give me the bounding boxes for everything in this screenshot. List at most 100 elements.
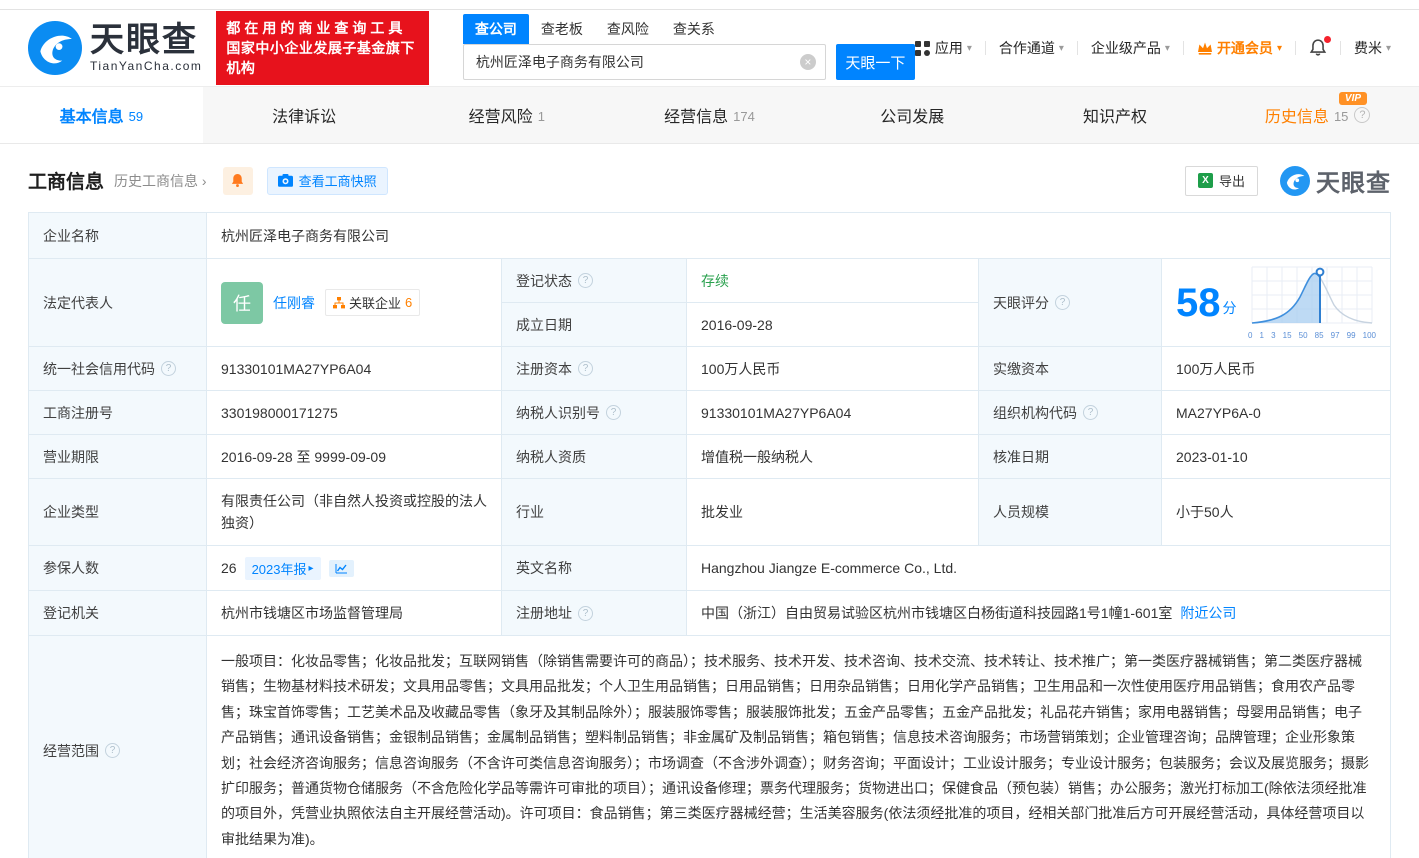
history-link-label: 历史工商信息 bbox=[114, 172, 199, 189]
notification-dot bbox=[1323, 36, 1331, 43]
help-icon[interactable]: ? bbox=[1055, 295, 1070, 310]
tab-count: 15 bbox=[1333, 108, 1349, 124]
legal-rep-link[interactable]: 任刚睿 bbox=[273, 293, 315, 313]
status-date-stack: 登记状态 ? 存续 成立日期 2016-09-28 bbox=[502, 259, 979, 346]
establish-date-label: 成立日期 bbox=[502, 303, 687, 346]
table-row: 营业期限 2016-09-28 至 9999-09-09 纳税人资质 增值税一般… bbox=[29, 435, 1390, 479]
reg-address-value: 中国（浙江）自由贸易试验区杭州市钱塘区白杨街道科技园路1号1幢1-601室 bbox=[701, 605, 1173, 621]
score-distribution-chart: 0 1 3 15 50 85 97 99 100 bbox=[1248, 265, 1376, 340]
export-button[interactable]: X 导出 bbox=[1184, 165, 1258, 196]
export-label: 导出 bbox=[1218, 174, 1245, 189]
reg-status-value: 存续 bbox=[687, 259, 978, 302]
help-icon[interactable]: ? bbox=[1083, 405, 1098, 420]
nav-enterprise[interactable]: 企业级产品 ▾ bbox=[1091, 38, 1170, 58]
credit-code-label: 统一社会信用代码 ? bbox=[29, 347, 207, 390]
tab-label: 法律诉讼 bbox=[272, 109, 337, 126]
taxpayer-quality-label: 纳税人资质 bbox=[502, 435, 687, 478]
search-input[interactable] bbox=[462, 44, 826, 80]
nav-apps[interactable]: 应用 ▾ bbox=[914, 38, 972, 58]
chevron-down-icon: ▾ bbox=[1164, 42, 1170, 54]
clear-icon[interactable]: × bbox=[799, 54, 816, 70]
search-tab-relation[interactable]: 查关系 bbox=[661, 14, 727, 44]
company-tabbar: 基本信息 59 法律诉讼 经营风险 1 经营信息 174 公司发展 知识产权 V… bbox=[0, 87, 1419, 144]
approval-date-value: 2023-01-10 bbox=[1162, 435, 1390, 478]
table-row: 经营范围 ? 一般项目：化妆品零售；化妆品批发；互联网销售（除销售需要许可的商品… bbox=[29, 636, 1390, 858]
logo-domain: TianYanCha.com bbox=[90, 59, 203, 73]
company-type-value: 有限责任公司（非自然人投资或控股的法人独资） bbox=[207, 479, 502, 545]
tab-label: 经营信息 bbox=[664, 109, 729, 126]
history-business-info-link[interactable]: 历史工商信息 › bbox=[114, 171, 207, 191]
nav-divider bbox=[1339, 41, 1341, 55]
tab-basic-info[interactable]: 基本信息 59 bbox=[0, 87, 203, 143]
notifications-bell[interactable] bbox=[1309, 36, 1331, 57]
insured-count-value: 26 bbox=[221, 560, 237, 576]
nav-open-vip[interactable]: 开通会员 ▾ bbox=[1197, 38, 1282, 58]
trend-chart-button[interactable] bbox=[328, 559, 354, 577]
paid-capital-label: 实缴资本 bbox=[979, 347, 1162, 390]
crown-icon bbox=[1197, 42, 1212, 55]
site-header: 天眼查 TianYanCha.com 都在用的商业查询工具 国家中小企业发展子基… bbox=[0, 10, 1419, 87]
tianyancha-logo[interactable]: 天眼查 TianYanCha.com bbox=[28, 21, 202, 75]
tab-history-info[interactable]: VIP 历史信息 15 ? bbox=[1216, 87, 1419, 143]
slogan-line1: 都在用的商业查询工具 bbox=[226, 20, 407, 36]
reg-number-label: 工商注册号 bbox=[29, 391, 207, 434]
score-unit: 分 bbox=[1222, 299, 1237, 316]
tab-legal[interactable]: 法律诉讼 bbox=[203, 87, 406, 143]
search-tab-risk[interactable]: 查风险 bbox=[595, 14, 661, 44]
help-icon[interactable]: ? bbox=[105, 743, 120, 759]
english-name-label: 英文名称 bbox=[502, 546, 687, 590]
vip-badge: VIP bbox=[1338, 92, 1368, 105]
page-top-divider bbox=[0, 0, 1419, 10]
establish-date-value: 2016-09-28 bbox=[687, 303, 978, 346]
bell-icon bbox=[231, 173, 244, 187]
insured-count-cell: 26 2023年报 ▸ bbox=[207, 546, 502, 590]
help-icon[interactable]: ? bbox=[578, 361, 593, 376]
related-companies-badge[interactable]: 关联企业 6 bbox=[325, 289, 421, 316]
tab-intellectual-property[interactable]: 知识产权 bbox=[1014, 87, 1217, 143]
table-row: 登记机关 杭州市钱塘区市场监督管理局 注册地址 ? 中国（浙江）自由贸易试验区杭… bbox=[29, 591, 1390, 636]
business-scope-label: 经营范围 ? bbox=[29, 636, 207, 858]
watermark-logo: 天眼查 bbox=[1280, 163, 1391, 198]
nav-partner[interactable]: 合作通道 ▾ bbox=[999, 38, 1064, 58]
slogan-banner: 都在用的商业查询工具 国家中小企业发展子基金旗下机构 bbox=[216, 11, 429, 85]
view-business-snapshot-button[interactable]: 查看工商快照 bbox=[266, 166, 388, 195]
search-button[interactable]: 天眼一下 bbox=[835, 44, 915, 80]
nearby-companies-link[interactable]: 附近公司 bbox=[1180, 603, 1236, 623]
subscribe-bell-button[interactable] bbox=[222, 166, 253, 195]
nav-user[interactable]: 费米 ▾ bbox=[1354, 38, 1391, 58]
reg-capital-value: 100万人民币 bbox=[687, 347, 979, 390]
header-nav: 应用 ▾ 合作通道 ▾ 企业级产品 ▾ 开通会员 ▾ 费米 ▾ bbox=[914, 36, 1391, 58]
reg-address-label: 注册地址 ? bbox=[502, 591, 687, 635]
arrow-right-icon: ▸ bbox=[308, 562, 314, 574]
org-chart-icon bbox=[333, 296, 345, 308]
legal-rep-avatar[interactable]: 任 bbox=[221, 281, 263, 324]
help-icon[interactable]: ? bbox=[606, 405, 621, 420]
annual-report-badge[interactable]: 2023年报 ▸ bbox=[244, 556, 321, 580]
business-scope-value: 一般项目：化妆品零售；化妆品批发；互联网销售（除销售需要许可的商品）；技术服务、… bbox=[207, 636, 1390, 858]
reg-authority-label: 登记机关 bbox=[29, 591, 207, 635]
paid-capital-value: 100万人民币 bbox=[1162, 347, 1390, 390]
score-label: 天眼评分 ? bbox=[979, 259, 1162, 346]
org-code-value: MA27YP6A-0 bbox=[1162, 391, 1390, 434]
search-tab-boss[interactable]: 查老板 bbox=[529, 14, 595, 44]
taxpayer-id-value: 91330101MA27YP6A04 bbox=[687, 391, 979, 434]
tab-operation-risk[interactable]: 经营风险 1 bbox=[405, 87, 608, 143]
company-name-label: 企业名称 bbox=[29, 213, 207, 258]
org-code-label: 组织机构代码 ? bbox=[979, 391, 1162, 434]
tab-business-info[interactable]: 经营信息 174 bbox=[608, 87, 811, 143]
help-icon[interactable]: ? bbox=[578, 605, 593, 621]
help-icon[interactable]: ? bbox=[1354, 107, 1371, 123]
search-tab-company[interactable]: 查公司 bbox=[462, 14, 529, 44]
reg-address-cell: 中国（浙江）自由贸易试验区杭州市钱塘区白杨街道科技园路1号1幢1-601室 附近… bbox=[687, 591, 1390, 635]
nav-divider bbox=[1182, 41, 1184, 55]
tab-count: 59 bbox=[128, 108, 144, 124]
help-icon[interactable]: ? bbox=[161, 361, 176, 376]
reg-authority-value: 杭州市钱塘区市场监督管理局 bbox=[207, 591, 502, 635]
help-icon[interactable]: ? bbox=[578, 273, 593, 288]
nav-enterprise-label: 企业级产品 bbox=[1090, 40, 1161, 56]
chevron-right-icon: › bbox=[201, 172, 207, 189]
logo-title: 天眼查 bbox=[90, 21, 198, 59]
tab-label: 历史信息 bbox=[1264, 109, 1329, 126]
logo-swirl-icon bbox=[1280, 165, 1310, 196]
tab-company-development[interactable]: 公司发展 bbox=[811, 87, 1014, 143]
